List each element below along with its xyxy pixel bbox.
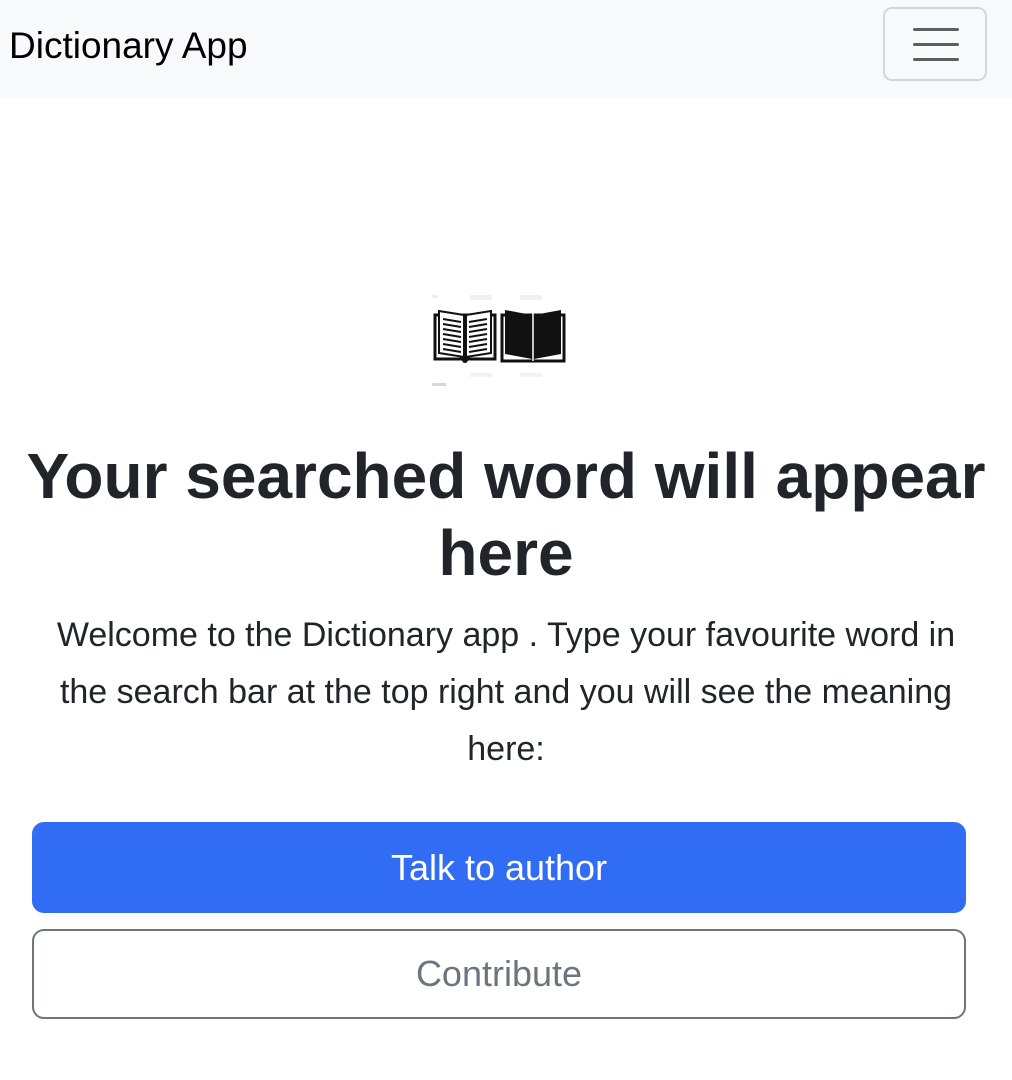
talk-to-author-button[interactable]: Talk to author: [32, 822, 966, 913]
page-headline: Your searched word will appear here: [26, 440, 986, 589]
hamburger-menu-icon: [913, 28, 959, 61]
contribute-button[interactable]: Contribute: [32, 929, 966, 1019]
brand-link[interactable]: Dictionary App: [9, 22, 248, 70]
navbar: Dictionary App: [0, 0, 1012, 98]
menu-toggle-button[interactable]: [883, 7, 987, 81]
welcome-text: Welcome to the Dictionary app . Type you…: [56, 616, 956, 768]
hero-image: [430, 293, 570, 388]
open-book-icon: [432, 295, 566, 386]
